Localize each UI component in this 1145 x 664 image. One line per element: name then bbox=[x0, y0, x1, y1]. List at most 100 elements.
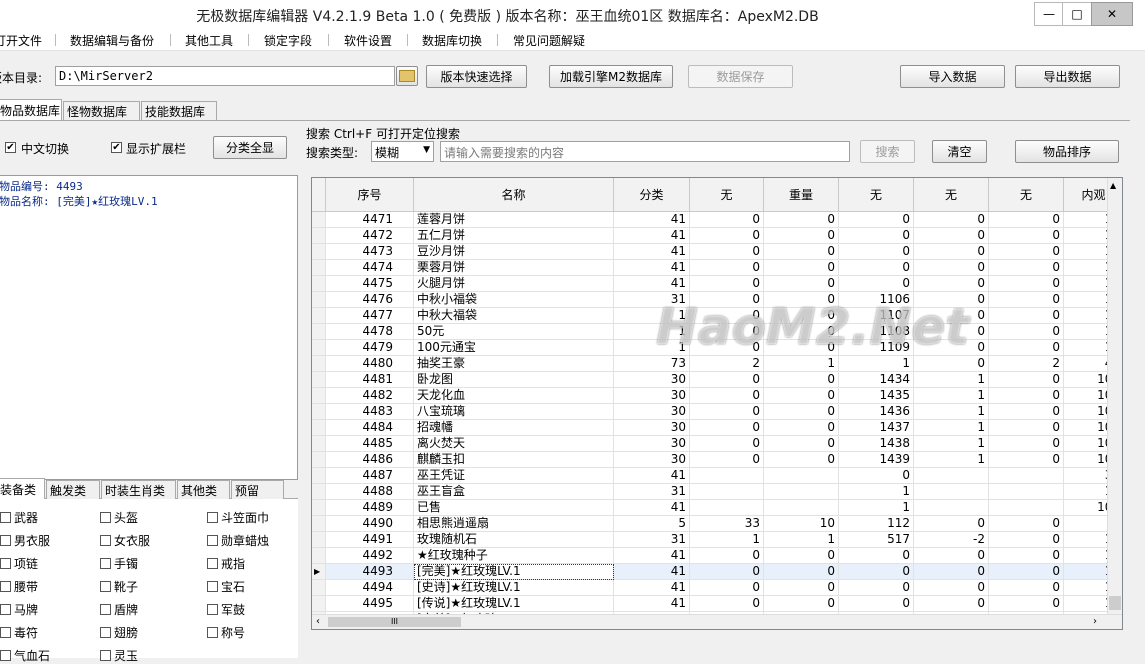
category-checkbox[interactable] bbox=[207, 581, 218, 592]
cell-col-none-3[interactable] bbox=[914, 500, 989, 516]
cell-col-category[interactable]: 41 bbox=[614, 548, 690, 564]
category-checkbox[interactable] bbox=[100, 581, 111, 592]
menu-settings[interactable]: 软件设置 bbox=[344, 32, 392, 49]
category-checkbox[interactable] bbox=[0, 535, 11, 546]
cell-col-none-3[interactable]: 0 bbox=[914, 580, 989, 596]
cell-col-category[interactable]: 30 bbox=[614, 372, 690, 388]
table-row[interactable]: 4474栗蓉月饼410000013 bbox=[312, 260, 1122, 276]
cell-col-name[interactable]: 麒麟玉扣 bbox=[414, 452, 614, 468]
cell-col-none-2[interactable]: 0 bbox=[839, 580, 914, 596]
cell-col-none-3[interactable]: 0 bbox=[914, 356, 989, 372]
tab-trigger[interactable]: 触发类 bbox=[46, 480, 100, 499]
cell-col-none-1[interactable]: 0 bbox=[690, 244, 764, 260]
cell-col-none-3[interactable]: -2 bbox=[914, 532, 989, 548]
cell-col-name[interactable]: 招魂幡 bbox=[414, 420, 614, 436]
cell-col-name[interactable]: 中秋小福袋 bbox=[414, 292, 614, 308]
menu-other-tools[interactable]: 其他工具 bbox=[185, 32, 233, 49]
cell-col-none-4[interactable]: 0 bbox=[989, 340, 1064, 356]
table-row[interactable]: 4471莲蓉月饼410000013 bbox=[312, 212, 1122, 228]
cell-col-index[interactable]: 4481 bbox=[326, 372, 414, 388]
category-checkbox[interactable] bbox=[100, 512, 111, 523]
cell-col-none-4[interactable] bbox=[989, 468, 1064, 484]
cell-col-index[interactable]: 4478 bbox=[326, 324, 414, 340]
cell-col-index[interactable]: 4486 bbox=[326, 452, 414, 468]
cell-col-none-3[interactable] bbox=[914, 484, 989, 500]
cell-col-index[interactable]: 4479 bbox=[326, 340, 414, 356]
row-selector[interactable] bbox=[312, 356, 326, 372]
row-selector-arrow-icon[interactable]: ▶ bbox=[312, 564, 326, 580]
cell-col-index[interactable]: 4492 bbox=[326, 548, 414, 564]
cell-col-none-4[interactable]: 0 bbox=[989, 404, 1064, 420]
table-row[interactable]: 4490 相思熊逍遥扇 5 33 10 112 0 0 bbox=[312, 516, 1122, 532]
cell-col-none-1[interactable]: 0 bbox=[690, 372, 764, 388]
cell-col-none-4[interactable]: 0 bbox=[989, 564, 1064, 580]
cell-col-none-1[interactable]: 33 bbox=[690, 516, 764, 532]
cell-col-none-1[interactable] bbox=[690, 500, 764, 516]
cell-col-none-2[interactable]: 0 bbox=[839, 564, 914, 580]
category-item[interactable]: 灵玉 bbox=[100, 647, 138, 664]
scroll-right-icon[interactable]: › bbox=[1093, 616, 1097, 627]
cell-col-category[interactable]: 41 bbox=[614, 260, 690, 276]
row-selector[interactable] bbox=[312, 548, 326, 564]
cell-col-weight[interactable]: 0 bbox=[764, 420, 839, 436]
cell-col-name[interactable]: [传说]★红玫瑰LV.1 bbox=[414, 596, 614, 612]
table-row[interactable]: 4473豆沙月饼410000013 bbox=[312, 244, 1122, 260]
cell-col-none-3[interactable]: 0 bbox=[914, 516, 989, 532]
cell-col-none-4[interactable]: 0 bbox=[989, 580, 1064, 596]
cell-col-none-4[interactable]: 0 bbox=[989, 436, 1064, 452]
cell-col-category[interactable]: 41 bbox=[614, 228, 690, 244]
category-item[interactable]: 腰带 bbox=[0, 578, 38, 595]
cell-col-weight[interactable]: 1 bbox=[764, 356, 839, 372]
cell-col-none-4[interactable] bbox=[989, 500, 1064, 516]
cell-col-weight[interactable]: 1 bbox=[764, 532, 839, 548]
cell-col-none-3[interactable]: 1 bbox=[914, 372, 989, 388]
cell-col-none-2[interactable]: 1 bbox=[839, 500, 914, 516]
cell-col-name[interactable]: 豆沙月饼 bbox=[414, 244, 614, 260]
cell-col-none-2[interactable]: 517 bbox=[839, 532, 914, 548]
cell-col-none-4[interactable]: 0 bbox=[989, 596, 1064, 612]
table-row[interactable]: 4483八宝琉璃3000143610106 bbox=[312, 404, 1122, 420]
cell-col-none-2[interactable]: 0 bbox=[839, 244, 914, 260]
category-item[interactable]: 毒符 bbox=[0, 624, 38, 641]
cell-col-none-2[interactable]: 1437 bbox=[839, 420, 914, 436]
cell-col-index[interactable]: 4480 bbox=[326, 356, 414, 372]
cell-col-weight[interactable]: 0 bbox=[764, 276, 839, 292]
cell-col-name[interactable]: 天龙化血 bbox=[414, 388, 614, 404]
cell-col-weight[interactable]: 0 bbox=[764, 228, 839, 244]
cell-col-none-3[interactable]: 0 bbox=[914, 276, 989, 292]
row-selector[interactable] bbox=[312, 580, 326, 596]
cell-col-none-1[interactable]: 0 bbox=[690, 548, 764, 564]
row-selector[interactable] bbox=[312, 372, 326, 388]
cell-col-category[interactable]: 41 bbox=[614, 596, 690, 612]
cell-col-name[interactable]: 火腿月饼 bbox=[414, 276, 614, 292]
cell-col-none-4[interactable]: 0 bbox=[989, 452, 1064, 468]
cell-col-none-1[interactable] bbox=[690, 484, 764, 500]
chinese-switch-checkbox[interactable]: ✔ bbox=[5, 142, 16, 153]
row-selector[interactable] bbox=[312, 324, 326, 340]
category-checkbox[interactable] bbox=[207, 512, 218, 523]
tab-equipment[interactable]: 装备类 bbox=[0, 478, 45, 499]
row-selector[interactable] bbox=[312, 516, 326, 532]
row-selector[interactable] bbox=[312, 388, 326, 404]
cell-col-none-1[interactable]: 0 bbox=[690, 276, 764, 292]
cell-col-none-4[interactable]: 0 bbox=[989, 244, 1064, 260]
category-checkbox[interactable] bbox=[100, 627, 111, 638]
cell-col-none-4[interactable] bbox=[989, 484, 1064, 500]
row-selector[interactable] bbox=[312, 468, 326, 484]
cell-col-name[interactable]: 玫瑰随机石 bbox=[414, 532, 614, 548]
cell-col-weight[interactable]: 0 bbox=[764, 212, 839, 228]
load-engine-button[interactable]: 加载引擎M2数据库 bbox=[549, 65, 673, 88]
table-row[interactable]: 4482天龙化血3000143510106 bbox=[312, 388, 1122, 404]
hscroll-thumb[interactable]: III bbox=[328, 617, 461, 627]
cell-col-none-3[interactable] bbox=[914, 468, 989, 484]
cell-col-category[interactable]: 30 bbox=[614, 436, 690, 452]
cell-col-none-1[interactable]: 0 bbox=[690, 452, 764, 468]
cell-col-index[interactable]: 4482 bbox=[326, 388, 414, 404]
table-row[interactable]: 4487巫王凭证41037 bbox=[312, 468, 1122, 484]
cell-col-index[interactable]: 4493 bbox=[326, 564, 414, 580]
cell-col-index[interactable]: 4473 bbox=[326, 244, 414, 260]
cell-col-weight[interactable]: 0 bbox=[764, 388, 839, 404]
header-col-weight[interactable]: 重量 bbox=[764, 178, 839, 212]
cell-col-none-3[interactable]: 1 bbox=[914, 436, 989, 452]
browse-folder-button[interactable] bbox=[396, 66, 418, 86]
